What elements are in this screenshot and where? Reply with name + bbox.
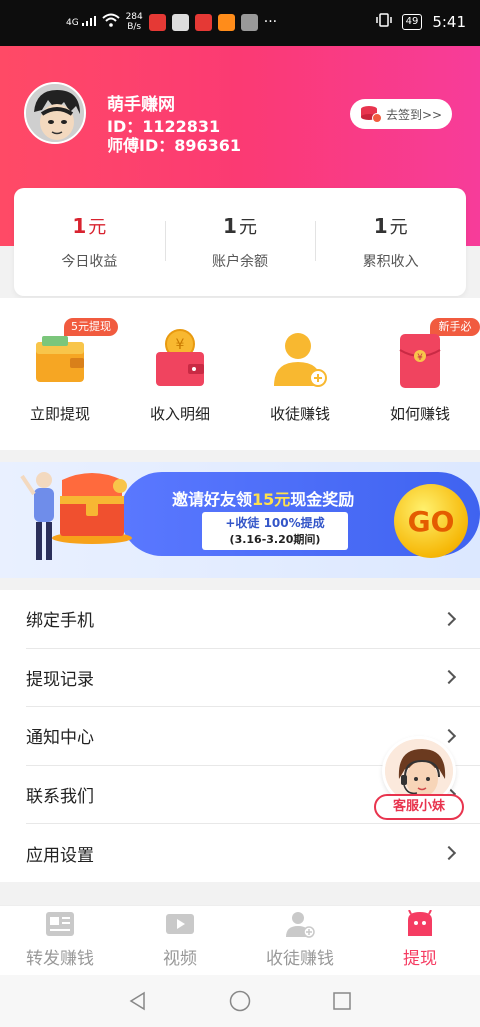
- tab-label: 收徒赚钱: [266, 949, 334, 969]
- play-app-icon: [217, 13, 235, 31]
- wechat-icon: [171, 13, 189, 31]
- action-income-details[interactable]: ¥ 收入明细: [120, 298, 240, 450]
- chevron-right-icon: [441, 670, 457, 685]
- net-speed-unit: B/s: [127, 22, 142, 32]
- more-notifications-icon: ···: [263, 14, 278, 30]
- red-envelope-icon: ¥: [390, 328, 450, 390]
- earning-unit: 元: [389, 217, 408, 238]
- app-notification-icon: [240, 13, 258, 31]
- tab-label: 视频: [163, 949, 197, 969]
- status-bar: 4G 284 B/s ··· 49 5:41: [0, 0, 480, 46]
- earning-label: 今日收益: [61, 254, 118, 270]
- earning-today[interactable]: 1元 今日收益: [14, 213, 165, 271]
- menu-app-settings[interactable]: 应用设置: [26, 824, 480, 883]
- earning-unit: 元: [238, 217, 257, 238]
- signal-icon: 4G: [66, 16, 96, 28]
- banner-title-highlight: 15元: [252, 490, 291, 509]
- coin-stack-icon: [360, 105, 382, 123]
- svg-text:¥: ¥: [176, 337, 185, 353]
- master-id: 师傅ID：896361: [107, 136, 242, 155]
- net-speed: 284 B/s: [126, 12, 143, 32]
- add-user-icon: [270, 328, 330, 390]
- net-speed-value: 284: [125, 12, 143, 22]
- action-label: 如何赚钱: [389, 405, 450, 423]
- vibrate-icon: [375, 12, 392, 32]
- system-nav-bar: [0, 975, 480, 1027]
- battery-icon: 49: [401, 14, 423, 30]
- tab-withdraw[interactable]: 提现: [360, 906, 480, 975]
- home-icon[interactable]: [229, 990, 251, 1016]
- tab-label: 转发赚钱: [26, 949, 94, 969]
- earning-value: 1元: [165, 213, 316, 239]
- menu-withdraw-records[interactable]: 提现记录: [26, 649, 480, 707]
- earning-balance[interactable]: 1元 账户余额: [164, 213, 316, 271]
- coin-wallet-icon: ¥: [150, 328, 210, 390]
- invite-banner[interactable]: 邀请好友领15元现金奖励 +收徒 100%提成 (3.16-3.20期间) GO: [0, 462, 480, 578]
- earnings-card: 1元 今日收益 1元 账户余额 1元 累积收入: [14, 188, 466, 296]
- earning-label: 累积收入: [362, 254, 419, 270]
- tab-share-earn[interactable]: 转发赚钱: [0, 906, 120, 975]
- recents-icon[interactable]: [332, 991, 352, 1015]
- menu-label: 绑定手机: [26, 611, 94, 632]
- earning-amount: 1: [72, 214, 87, 238]
- action-recruit[interactable]: 收徒赚钱: [240, 298, 360, 450]
- earning-total[interactable]: 1元 累积收入: [315, 213, 466, 271]
- status-left: 4G 284 B/s ···: [66, 12, 277, 32]
- tab-recruit[interactable]: 收徒赚钱: [240, 906, 360, 975]
- back-icon[interactable]: [128, 991, 148, 1015]
- wifi-icon: [101, 13, 120, 31]
- customer-service-float[interactable]: 客服小妹: [374, 732, 466, 822]
- banner-sub-line1: +收徒 100%提成: [225, 516, 325, 530]
- clock: 5:41: [432, 13, 466, 31]
- menu-label: 提现记录: [26, 669, 94, 690]
- status-right: 49 5:41: [375, 12, 466, 32]
- user-add-icon: [285, 910, 315, 938]
- battery-level: 49: [405, 16, 419, 27]
- signin-label: 去签到>>: [386, 107, 443, 122]
- earning-amount: 1: [223, 214, 237, 238]
- go-button[interactable]: GO: [394, 484, 468, 558]
- withdraw-face-icon: [405, 909, 435, 938]
- article-icon: [45, 910, 75, 938]
- action-how-to-earn[interactable]: 新手必读 ¥ 如何赚钱: [360, 298, 480, 450]
- tab-label: 提现: [403, 949, 437, 969]
- banner-sub-line2: (3.16-3.20期间): [229, 533, 321, 546]
- video-icon: [165, 910, 195, 938]
- action-label: 收徒赚钱: [269, 405, 330, 423]
- app-notification-icon: [148, 13, 166, 31]
- menu-label: 应用设置: [26, 845, 94, 866]
- earning-unit: 元: [88, 217, 107, 238]
- chevron-right-icon: [441, 611, 457, 626]
- person-illustration-icon: [20, 472, 54, 560]
- menu-bind-phone[interactable]: 绑定手机: [26, 590, 480, 649]
- bottom-tab-bar: 转发赚钱 视频 收徒赚钱 提现: [0, 905, 480, 975]
- banner-title: 邀请好友领15元现金奖励: [172, 486, 354, 510]
- signin-button[interactable]: 去签到>>: [350, 99, 452, 129]
- earning-value: 1元: [315, 213, 466, 239]
- menu-label: 通知中心: [26, 728, 94, 749]
- earning-label: 账户余额: [212, 254, 268, 270]
- earning-value: 1元: [14, 213, 165, 239]
- menu-label: 联系我们: [26, 786, 94, 807]
- customer-service-label: 客服小妹: [374, 794, 464, 820]
- banner-title-prefix: 邀请好友领: [172, 490, 253, 509]
- avatar[interactable]: [24, 82, 86, 144]
- chevron-right-icon: [441, 846, 457, 861]
- banner-title-suffix: 现金奖励: [290, 490, 355, 509]
- user-name: 萌手赚网: [107, 95, 175, 115]
- app-notification-icon: [194, 13, 212, 31]
- signal-tag: 4G: [66, 18, 79, 28]
- svg-text:¥: ¥: [417, 353, 423, 363]
- action-withdraw[interactable]: 5元提现 立即提现: [0, 298, 120, 450]
- earning-amount: 1: [373, 214, 388, 238]
- tab-video[interactable]: 视频: [120, 906, 240, 975]
- wallet-icon: [30, 328, 90, 390]
- quick-actions: 5元提现 立即提现 ¥ 收入明细 收徒赚钱 新手必读 ¥ 如何赚钱: [0, 298, 480, 450]
- banner-subtitle-box: +收徒 100%提成 (3.16-3.20期间): [202, 512, 348, 550]
- action-label: 收入明细: [149, 405, 210, 423]
- action-label: 立即提现: [29, 405, 90, 423]
